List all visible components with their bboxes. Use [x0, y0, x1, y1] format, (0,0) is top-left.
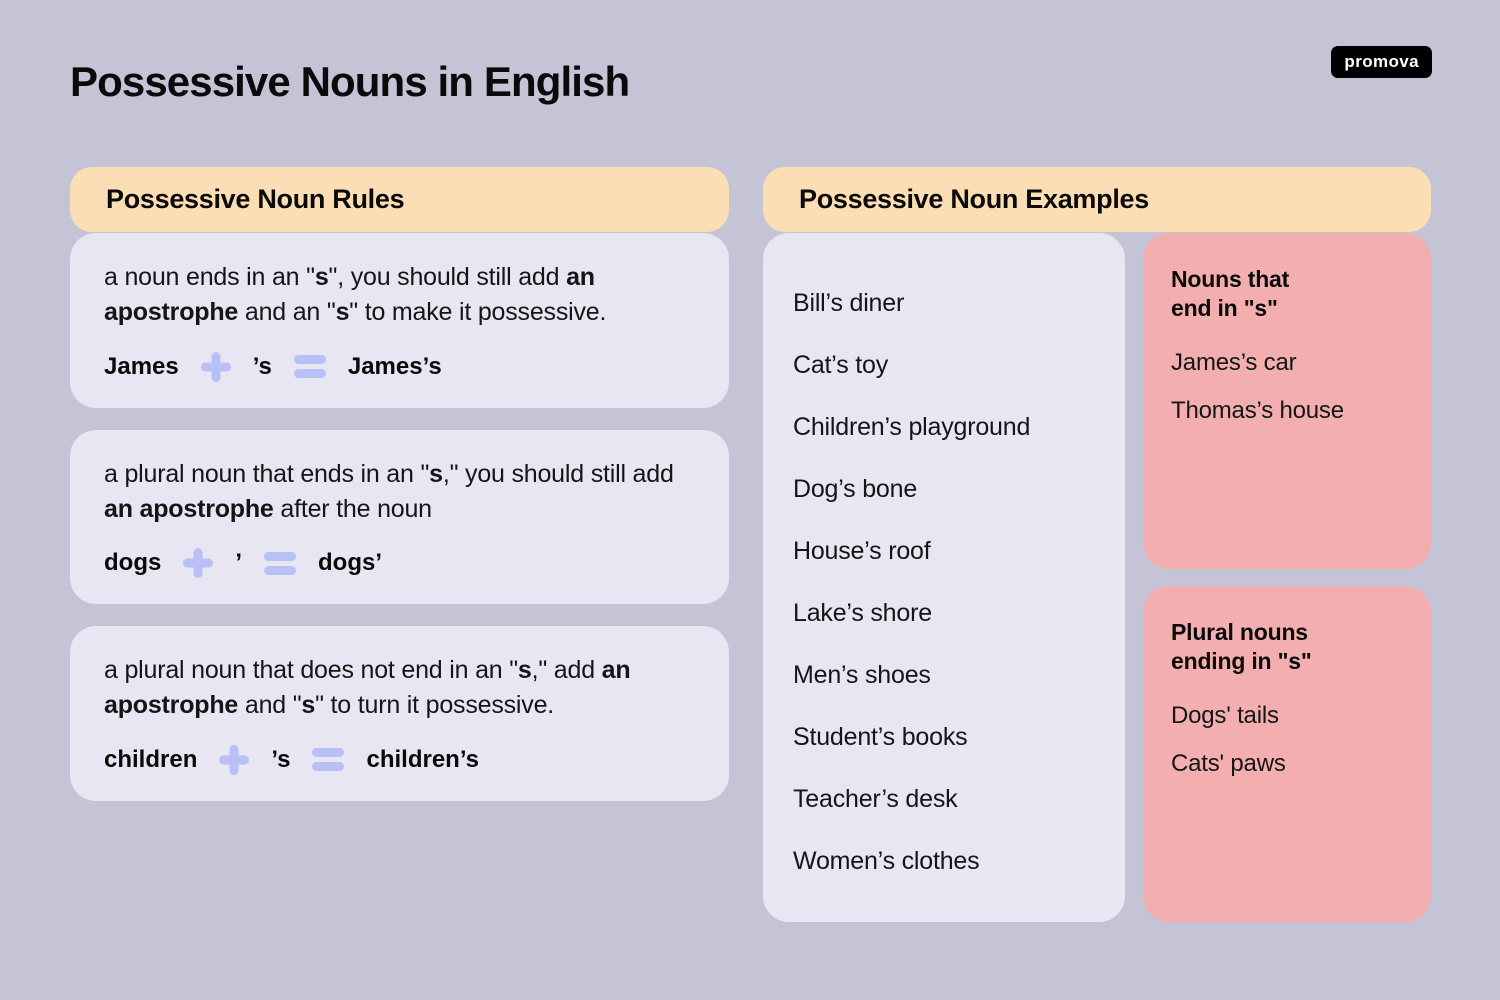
formula-suffix: ’s: [252, 352, 272, 380]
rules-section-header: Possessive Noun Rules: [70, 167, 729, 232]
emphasis-text: s: [314, 263, 329, 291]
equals-icon: [312, 748, 345, 771]
plus-icon: [183, 548, 213, 578]
highlight-card-item: Dogs' tails: [1171, 702, 1279, 730]
promova-logo: promova: [1331, 46, 1432, 78]
plain-text: a noun ends in an ": [104, 263, 315, 291]
formula-base: dogs: [104, 549, 162, 576]
plain-text: after the noun: [273, 494, 432, 523]
page-title: Possessive Nouns in English: [70, 58, 630, 105]
examples-list-card: Bill’s diner Cat’s toy Children’s playgrou…: [763, 233, 1125, 922]
emphasis-text: an apostrophe: [104, 494, 274, 523]
example-item: House’s roof: [793, 537, 931, 565]
example-item: Lake’s shore: [793, 599, 932, 627]
example-item: Bill’s diner: [793, 289, 905, 317]
formula-result: children’s: [366, 745, 479, 773]
rule-card: a noun ends in an "s", you should still …: [70, 233, 729, 408]
plain-text: " to make it possessive.: [349, 298, 607, 327]
plain-text: " to turn it possessive.: [315, 691, 555, 720]
rule-formula: James ’s James’s: [104, 352, 697, 382]
formula-suffix: ’: [235, 549, 242, 576]
emphasis-text: s: [429, 459, 443, 488]
highlight-card: Nouns that end in "s" James’s car Thomas…: [1143, 233, 1431, 569]
plain-text: ", you should still add: [328, 263, 567, 291]
highlight-cards-column: Nouns that end in "s" James’s car Thomas…: [1143, 233, 1431, 922]
rule-formula: dogs ’ dogs’: [104, 548, 697, 578]
rule-card: a plural noun that ends in an "s," you s…: [70, 429, 729, 604]
emphasis-text: s: [335, 298, 350, 327]
rule-text: a plural noun that ends in an "s," you s…: [104, 457, 697, 528]
rule-formula: children ’s children’s: [104, 745, 697, 775]
formula-result: dogs’: [318, 549, 382, 576]
highlight-card-item: James’s car: [1171, 349, 1297, 377]
plus-icon: [219, 745, 249, 775]
examples-section-header-label: Possessive Noun Examples: [799, 184, 1149, 214]
plain-text: ," you should still add: [442, 459, 674, 488]
rules-section-header-label: Possessive Noun Rules: [106, 184, 405, 214]
example-item: Student’s books: [793, 723, 968, 751]
rule-card: a plural noun that does not end in an "s…: [70, 626, 729, 801]
plain-text: and ": [238, 691, 302, 720]
equals-icon: [264, 551, 296, 575]
examples-body: Bill’s diner Cat’s toy Children’s playgrou…: [763, 233, 1431, 922]
highlight-card-title: Plural nouns ending in "s": [1171, 619, 1312, 675]
highlight-card: Plural nouns ending in "s" Dogs' tails C…: [1143, 586, 1431, 922]
plain-text: ," add: [531, 656, 602, 684]
emphasis-text: s: [301, 691, 316, 720]
examples-column: Possessive Noun Examples Bill’s diner Cat…: [763, 167, 1431, 922]
rules-column: Possessive Noun Rules a noun ends in an …: [70, 167, 729, 801]
rule-text: a noun ends in an "s", you should still …: [104, 260, 697, 331]
example-item: Dog’s bone: [793, 475, 918, 503]
emphasis-text: s: [517, 656, 532, 684]
plain-text: a plural noun that ends in an ": [104, 459, 430, 488]
examples-section-header: Possessive Noun Examples: [763, 167, 1431, 232]
highlight-card-item: Cats' paws: [1171, 750, 1286, 778]
plain-text: and an ": [238, 298, 336, 327]
formula-base: children: [104, 745, 198, 773]
plain-text: a plural noun that does not end in an ": [104, 656, 518, 684]
equals-icon: [293, 355, 326, 378]
example-item: Cat’s toy: [793, 351, 889, 379]
highlight-card-item: Thomas’s house: [1171, 397, 1344, 425]
formula-result: James’s: [347, 352, 442, 380]
formula-suffix: ’s: [271, 745, 291, 773]
example-item: Children’s playground: [793, 413, 1031, 441]
example-item: Women’s clothes: [793, 847, 980, 875]
rule-text: a plural noun that does not end in an "s…: [104, 653, 697, 724]
highlight-card-title: Nouns that end in "s": [1171, 266, 1290, 322]
plus-icon: [201, 352, 231, 382]
example-item: Teacher’s desk: [793, 785, 958, 813]
example-item: Men’s shoes: [793, 661, 931, 689]
formula-base: James: [104, 352, 179, 380]
